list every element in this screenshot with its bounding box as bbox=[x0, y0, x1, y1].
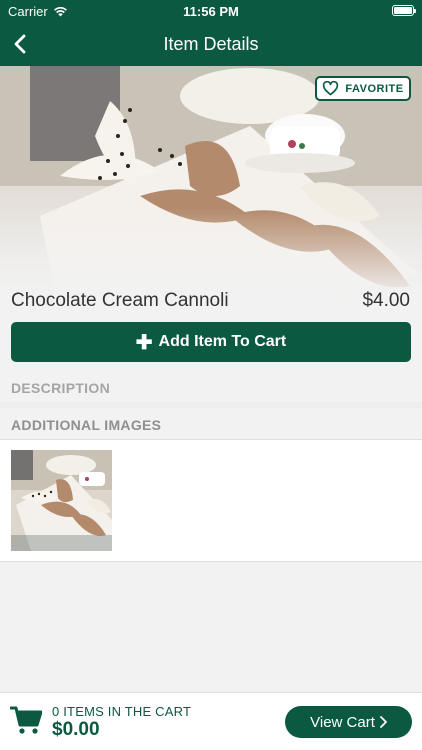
plus-icon: ✚ bbox=[135, 331, 153, 354]
description-heading: DESCRIPTION bbox=[11, 380, 110, 396]
add-to-cart-label: Add Item To Cart bbox=[158, 333, 287, 350]
additional-image-thumbnail[interactable] bbox=[11, 450, 112, 551]
page-title: Item Details bbox=[163, 34, 259, 54]
view-cart-label: View Cart bbox=[310, 713, 375, 731]
cart-icon bbox=[10, 706, 42, 734]
status-bar: Carrier 11:56 PM bbox=[0, 0, 422, 22]
description-divider bbox=[0, 402, 422, 408]
clock: 11:56 PM bbox=[183, 4, 239, 19]
chevron-right-icon bbox=[379, 716, 387, 728]
additional-images-row bbox=[0, 439, 422, 562]
add-to-cart-button[interactable]: ✚ Add Item To Cart bbox=[11, 322, 411, 362]
cart-total: $0.00 bbox=[52, 719, 100, 740]
navigation-bar: Item Details bbox=[0, 22, 422, 66]
favorite-button[interactable]: FAVORITE bbox=[315, 76, 411, 101]
cart-footer: 0 ITEMS IN THE CART $0.00 View Cart bbox=[0, 692, 422, 750]
heart-icon bbox=[323, 81, 339, 96]
item-hero-image bbox=[0, 66, 422, 318]
cart-items-count: 0 ITEMS IN THE CART bbox=[52, 704, 192, 719]
additional-images-heading: ADDITIONAL IMAGES bbox=[11, 417, 162, 433]
item-name: Chocolate Cream Cannoli bbox=[11, 290, 229, 311]
favorite-label: FAVORITE bbox=[345, 82, 404, 95]
item-price: $4.00 bbox=[362, 290, 410, 311]
battery-icon bbox=[392, 5, 416, 16]
view-cart-button[interactable]: View Cart bbox=[285, 706, 412, 738]
